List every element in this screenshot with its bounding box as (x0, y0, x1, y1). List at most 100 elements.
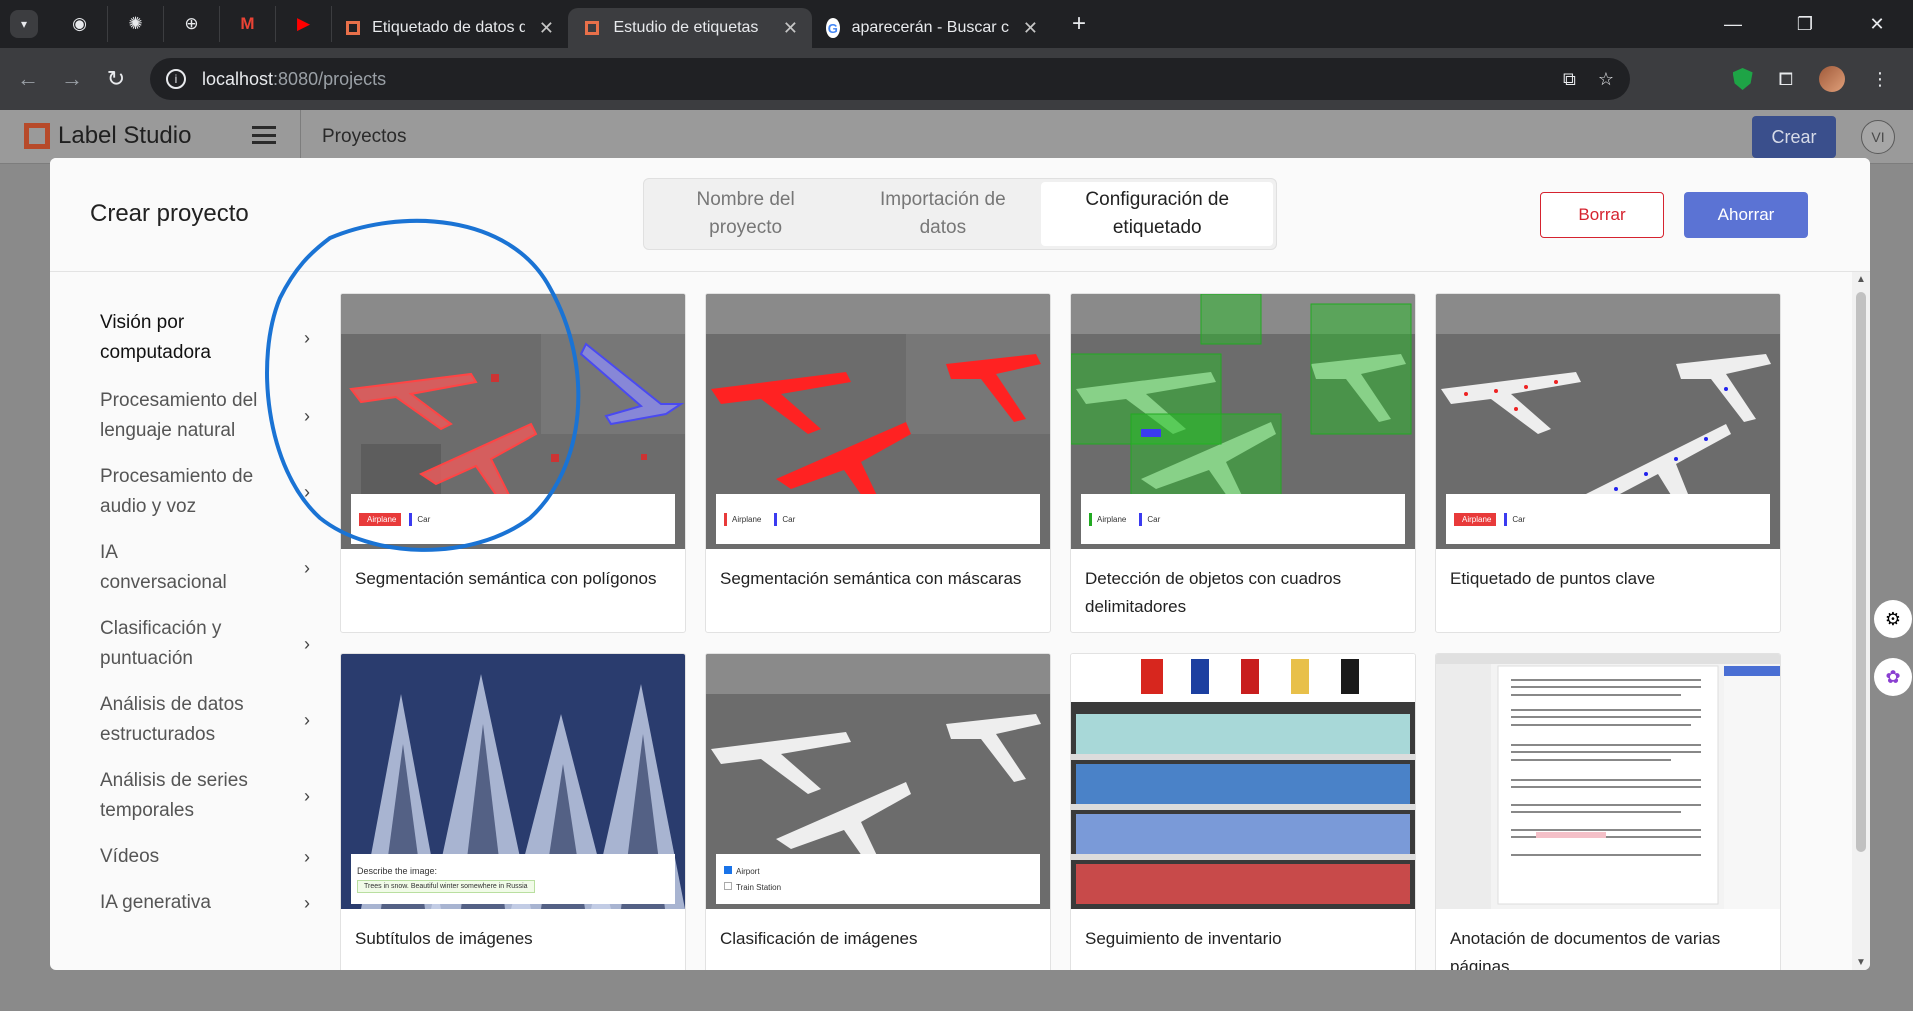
site-info-icon[interactable]: i (166, 69, 186, 89)
label-chip: Airplane (1089, 512, 1131, 526)
template-card-image-classification[interactable]: Airport Train Station Clasificación de i… (705, 653, 1051, 970)
template-title: Detección de objetos con cuadros delimit… (1085, 569, 1342, 616)
scrollbar-thumb[interactable] (1856, 292, 1866, 852)
delete-button[interactable]: Borrar (1540, 192, 1664, 238)
extensions-puzzle-icon[interactable]: ⧠ (1779, 69, 1793, 90)
floating-extension-buttons: ⚙ ✿ (1874, 600, 1912, 696)
label-chips: Airplane Car (1081, 494, 1405, 544)
label-chip: Airplane (724, 512, 766, 526)
create-button[interactable]: Crear (1752, 116, 1836, 158)
scroll-up-icon[interactable]: ▲ (1856, 274, 1866, 285)
category-generative-ai[interactable]: IA generativa › (100, 888, 310, 918)
browser-menu-icon[interactable]: ⋮ (1871, 69, 1889, 90)
close-icon[interactable]: ✕ (783, 18, 798, 39)
category-label: Visión por computadora (100, 312, 211, 363)
tab-code-labeling[interactable]: Etiquetado de datos de código ✕ (332, 8, 568, 48)
label-chip: Car (1139, 512, 1165, 526)
label-studio-favicon-icon (582, 18, 601, 38)
template-title: Anotación de documentos de varias página… (1450, 929, 1721, 970)
store-shelf-image (1071, 654, 1415, 909)
browser-tabbar: ▾ ◉ ✺ ⊕ M ▶ Etiquetado de datos de códig… (0, 0, 1913, 48)
tab-labeling-setup[interactable]: Configuración de etiquetado (1041, 182, 1273, 246)
url-host: localhost (202, 68, 274, 89)
chevron-right-icon: › (304, 709, 310, 730)
bookmark-star-icon[interactable]: ☆ (1598, 69, 1614, 90)
template-thumbnail: Describe the image: Trees in snow. Beaut… (341, 654, 685, 909)
template-card-inventory-tracking[interactable]: Seguimiento de inventario (1070, 653, 1416, 970)
template-card-mask-segmentation[interactable]: Airplane Car Segmentación semántica con … (705, 293, 1051, 633)
profile-avatar[interactable] (1819, 66, 1845, 92)
gmail-icon[interactable]: M (220, 6, 276, 42)
tab-data-import[interactable]: Importación de datos (844, 182, 1041, 246)
close-icon[interactable]: ✕ (539, 18, 554, 39)
template-thumbnail: Airport Train Station (706, 654, 1050, 909)
shield-extension-icon[interactable] (1732, 68, 1753, 90)
back-icon[interactable]: ← (6, 66, 50, 92)
template-card-image-captioning[interactable]: Describe the image: Trees in snow. Beaut… (340, 653, 686, 970)
close-window-icon[interactable]: ✕ (1841, 14, 1913, 35)
category-structured-data[interactable]: Análisis de datos estructurados › (100, 690, 310, 750)
label-studio-logo-icon (24, 123, 50, 149)
template-thumbnail (1071, 654, 1415, 909)
scroll-down-icon[interactable]: ▼ (1856, 957, 1866, 968)
youtube-icon[interactable]: ▶ (276, 6, 332, 42)
ai-extension-icon[interactable]: ⚙ (1874, 600, 1912, 638)
new-tab-icon[interactable]: + (1072, 10, 1086, 38)
google-icon: G (826, 18, 840, 38)
logo-text: Label Studio (58, 122, 192, 149)
template-title: Segmentación semántica con máscaras (720, 569, 1022, 588)
breadcrumb[interactable]: Proyectos (322, 126, 406, 148)
category-label: Clasificación y puntuación (100, 618, 222, 669)
url-path: :8080/projects (273, 68, 387, 89)
restore-icon[interactable]: ❐ (1769, 14, 1841, 35)
option-label: Train Station (736, 883, 782, 892)
minimize-icon[interactable]: — (1697, 14, 1769, 35)
template-thumbnail: Airplane Car (706, 294, 1050, 549)
tab-google-search[interactable]: G aparecerán - Buscar con Google ✕ (812, 8, 1052, 48)
option-train-station[interactable]: Train Station (724, 882, 781, 892)
pinned-app-icon[interactable]: ⊕ (164, 6, 220, 42)
tab-title: Estudio de etiquetas (613, 19, 759, 36)
user-annotation-circle (265, 218, 581, 552)
category-time-series[interactable]: Análisis de series temporales › (100, 766, 310, 826)
user-avatar[interactable]: VI (1861, 120, 1895, 154)
template-card-keypoint-labeling[interactable]: Airplane Car Etiquetado de puntos clave (1435, 293, 1781, 633)
translate-icon[interactable]: ⧉ (1563, 69, 1576, 90)
template-title: Subtítulos de imágenes (355, 929, 533, 948)
category-videos[interactable]: Vídeos › (100, 842, 310, 872)
category-label: Vídeos (100, 846, 160, 867)
tab-label-studio[interactable]: Estudio de etiquetas ✕ (568, 8, 812, 48)
template-card-object-detection[interactable]: Airplane Car Detección de objetos con cu… (1070, 293, 1416, 633)
hamburger-menu-icon[interactable] (252, 126, 276, 144)
classification-options: Airport Train Station (716, 854, 1040, 904)
extensions-area: ⧠ ⋮ (1732, 48, 1913, 110)
label-chip: Car (1504, 512, 1530, 526)
category-label: IA conversacional (100, 542, 227, 593)
template-thumbnail: Airplane Car (1436, 294, 1780, 549)
label-chips: Airplane Car (716, 494, 1040, 544)
tab-project-name[interactable]: Nombre del proyecto (647, 182, 844, 246)
chevron-right-icon: › (304, 633, 310, 654)
openai-icon[interactable]: ✺ (108, 6, 164, 42)
forward-icon[interactable]: → (50, 66, 94, 92)
address-bar-actions: ⧉ ☆ (1563, 58, 1614, 100)
project-steps-tabs: Nombre del proyecto Importación de datos… (643, 178, 1277, 250)
option-label: Airport (736, 867, 760, 876)
github-icon[interactable]: ◉ (52, 6, 108, 42)
app-logo[interactable]: Label Studio (24, 122, 191, 150)
reload-icon[interactable]: ↻ (94, 66, 138, 92)
option-airport[interactable]: Airport (724, 866, 760, 876)
category-label: Procesamiento del lenguaje natural (100, 390, 258, 441)
category-classification[interactable]: Clasificación y puntuación › (100, 614, 310, 674)
brain-extension-icon[interactable]: ✿ (1874, 658, 1912, 696)
label-chip: Airplane (1454, 512, 1497, 526)
address-bar[interactable]: i localhost:8080/projects ⧉ ☆ (150, 58, 1630, 100)
close-icon[interactable]: ✕ (1023, 18, 1038, 39)
window-controls: — ❐ ✕ (1697, 0, 1913, 48)
modal-scrollbar[interactable]: ▲ ▼ (1852, 272, 1870, 970)
template-card-multipage-docs[interactable]: Anotación de documentos de varias página… (1435, 653, 1781, 970)
tab-search-button[interactable]: ▾ (10, 10, 38, 38)
category-label: Análisis de datos estructurados (100, 694, 244, 745)
checkbox-icon (724, 882, 732, 890)
save-button[interactable]: Ahorrar (1684, 192, 1808, 238)
